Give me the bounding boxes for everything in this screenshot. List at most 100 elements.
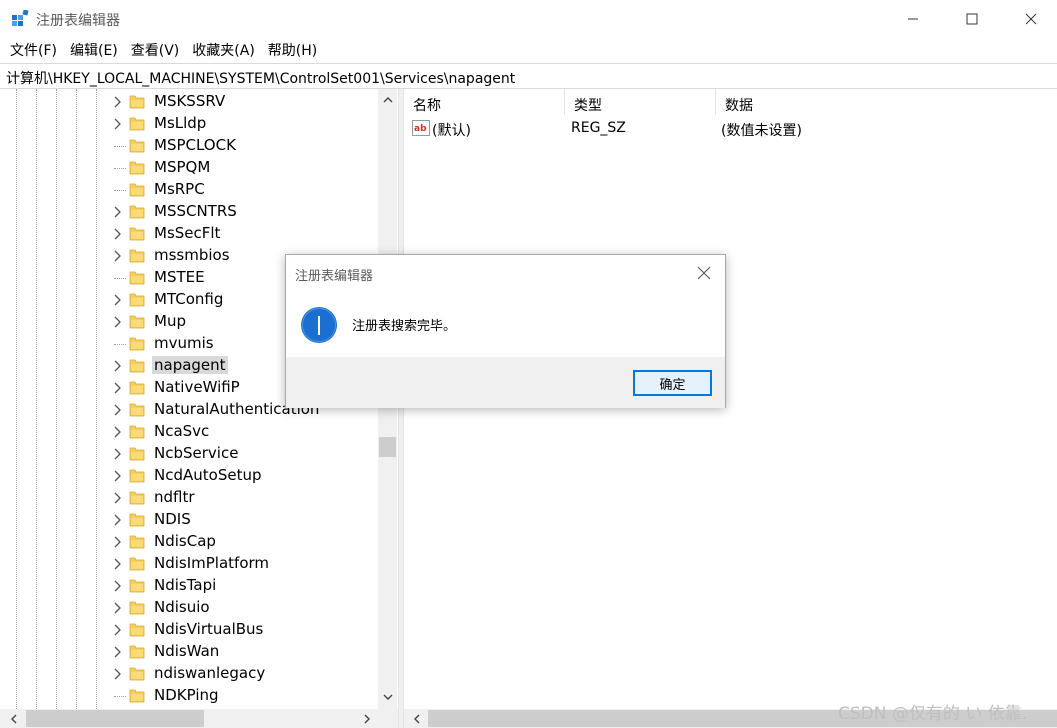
menu-favorites[interactable]: 收藏夹(A)	[192, 40, 255, 60]
maximize-icon	[966, 13, 978, 25]
tree-item[interactable]: NcaSvc	[0, 421, 378, 443]
scroll-left-button[interactable]	[5, 711, 21, 726]
tree-item[interactable]: MsRPC	[0, 179, 378, 201]
chevron-right-icon[interactable]	[112, 94, 124, 110]
folder-icon	[129, 315, 145, 329]
chevron-right-icon[interactable]	[112, 226, 124, 242]
scroll-up-button[interactable]	[378, 91, 397, 107]
tree-item[interactable]: NdisVirtualBus	[0, 619, 378, 641]
chevron-right-icon[interactable]	[112, 402, 124, 418]
tree-item-label: mvumis	[154, 334, 214, 352]
chevron-right-icon[interactable]	[112, 600, 124, 616]
tree-item-label: NcbService	[154, 444, 239, 462]
tree-item-label: NdisTapi	[154, 576, 217, 594]
column-header-data[interactable]: 数据	[716, 89, 1057, 115]
close-button[interactable]	[1001, 0, 1057, 38]
tree-connector	[114, 696, 126, 697]
ok-button[interactable]: 确定	[633, 370, 712, 396]
tree-connector	[114, 168, 126, 169]
tree-item[interactable]: NdisCap	[0, 531, 378, 553]
folder-icon	[129, 359, 145, 373]
tree-item[interactable]: NdisImPlatform	[0, 553, 378, 575]
tree-item-label: NdisImPlatform	[154, 554, 270, 572]
folder-icon	[129, 95, 145, 109]
tree-item-label: napagent	[152, 356, 228, 374]
tree-horizontal-scrollbar[interactable]	[0, 709, 398, 728]
chevron-right-icon[interactable]	[112, 490, 124, 506]
tree-item-label: MSPCLOCK	[154, 136, 236, 154]
menu-view[interactable]: 查看(V)	[131, 40, 180, 60]
registry-editor-icon	[12, 10, 29, 26]
chevron-right-icon[interactable]	[112, 534, 124, 550]
close-icon[interactable]	[696, 265, 712, 281]
menu-help[interactable]: 帮助(H)	[268, 40, 317, 60]
tree-item[interactable]: Ndisuio	[0, 597, 378, 619]
chevron-right-icon[interactable]	[112, 446, 124, 462]
folder-icon	[129, 667, 145, 681]
tree-connector	[114, 278, 126, 279]
chevron-right-icon[interactable]	[112, 292, 124, 308]
svg-text:ab: ab	[414, 124, 427, 134]
folder-icon	[129, 623, 145, 637]
tree-item-label: NcaSvc	[154, 422, 210, 440]
folder-icon	[129, 425, 145, 439]
tree-item[interactable]: NdisTapi	[0, 575, 378, 597]
column-header-type[interactable]: 类型	[565, 89, 716, 115]
minimize-icon	[908, 18, 918, 20]
minimize-button[interactable]	[883, 0, 943, 38]
tree-item[interactable]: MsSecFlt	[0, 223, 378, 245]
tree-item-label: ndfltr	[154, 488, 195, 506]
folder-icon	[129, 337, 145, 351]
folder-icon	[129, 491, 145, 505]
tree-item-label: MSPQM	[154, 158, 211, 176]
folder-icon	[129, 249, 145, 263]
scroll-thumb[interactable]	[379, 437, 396, 457]
scroll-right-button[interactable]	[359, 711, 375, 726]
chevron-right-icon[interactable]	[112, 314, 124, 330]
dialog-message: 注册表搜索完毕。	[352, 319, 457, 334]
chevron-right-icon[interactable]	[112, 556, 124, 572]
tree-item[interactable]: NDIS	[0, 509, 378, 531]
tree-item[interactable]: MSPQM	[0, 157, 378, 179]
tree-item[interactable]: MsLldp	[0, 113, 378, 135]
folder-icon	[129, 579, 145, 593]
chevron-right-icon[interactable]	[112, 644, 124, 660]
menu-edit[interactable]: 编辑(E)	[70, 40, 118, 60]
tree-item[interactable]: NDKPing	[0, 685, 378, 707]
chevron-right-icon[interactable]	[112, 204, 124, 220]
column-header-name[interactable]: 名称	[404, 89, 565, 115]
chevron-right-icon[interactable]	[112, 116, 124, 132]
chevron-right-icon[interactable]	[112, 622, 124, 638]
value-row[interactable]: ab (默认) REG_SZ (数值未设置)	[404, 118, 1057, 140]
chevron-right-icon[interactable]	[112, 248, 124, 264]
tree-item-label: NdisCap	[154, 532, 216, 550]
chevron-right-icon[interactable]	[112, 578, 124, 594]
tree-item[interactable]: ndfltr	[0, 487, 378, 509]
folder-icon	[129, 403, 145, 417]
tree-item-label: MsLldp	[154, 114, 207, 132]
scroll-thumb[interactable]	[26, 710, 204, 727]
maximize-button[interactable]	[942, 0, 1002, 38]
chevron-right-icon[interactable]	[112, 468, 124, 484]
tree-item[interactable]: NdisWan	[0, 641, 378, 663]
address-bar[interactable]: 计算机\HKEY_LOCAL_MACHINE\SYSTEM\ControlSet…	[0, 63, 1057, 89]
tree-item[interactable]: MSPCLOCK	[0, 135, 378, 157]
tree-item[interactable]: NcbService	[0, 443, 378, 465]
menu-file[interactable]: 文件(F)	[10, 40, 57, 60]
chevron-right-icon[interactable]	[112, 512, 124, 528]
folder-icon	[129, 183, 145, 197]
chevron-right-icon[interactable]	[112, 380, 124, 396]
scroll-left-button[interactable]	[408, 711, 424, 726]
chevron-right-icon[interactable]	[112, 424, 124, 440]
chevron-right-icon[interactable]	[112, 358, 124, 374]
tree-item[interactable]: NcdAutoSetup	[0, 465, 378, 487]
scroll-down-button[interactable]	[378, 689, 397, 705]
address-path[interactable]: 计算机\HKEY_LOCAL_MACHINE\SYSTEM\ControlSet…	[6, 68, 515, 88]
chevron-right-icon[interactable]	[112, 666, 124, 682]
tree-item-label: MSTEE	[154, 268, 205, 286]
value-name: (默认)	[432, 123, 471, 139]
tree-item[interactable]: MSKSSRV	[0, 91, 378, 113]
tree-item[interactable]: MSSCNTRS	[0, 201, 378, 223]
tree-item[interactable]: ndiswanlegacy	[0, 663, 378, 685]
folder-icon	[129, 381, 145, 395]
